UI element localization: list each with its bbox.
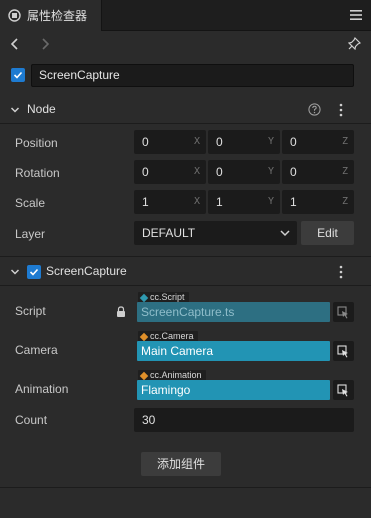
axis-z-label: Z [341,166,348,177]
divider [0,256,371,257]
axis-y-label: Y [267,196,274,207]
chevron-right-icon[interactable] [39,37,51,51]
node-section-title: Node [27,102,56,116]
lock-icon [117,306,125,317]
divider [0,123,371,124]
axis-z-label: Z [341,136,348,147]
camera-type-diamond-icon [139,332,149,341]
check-icon [13,71,23,79]
add-component-button[interactable]: 添加组件 [141,452,221,476]
camera-label: Camera [15,343,58,357]
chevron-left-icon[interactable] [9,37,21,51]
component-section-header[interactable]: ScreenCapture [0,260,371,284]
scale-label: Scale [15,196,46,210]
axis-z-label: Z [341,196,348,207]
edit-layer-button[interactable]: Edit [301,221,354,245]
inspector-icon [8,9,21,22]
animation-asset-field: cc.Animation Flamingo [134,370,354,400]
component-enabled-checkbox[interactable] [27,265,41,279]
history-nav [0,31,371,57]
position-y-value: 0 [216,135,223,149]
more-options-icon[interactable] [339,103,343,117]
layer-select[interactable]: DEFAULT [134,221,297,245]
pick-asset-icon [337,344,348,357]
component-title: ScreenCapture [46,264,127,278]
count-label: Count [15,413,48,427]
axis-x-label: X [193,136,200,147]
camera-asset-field: cc.Camera Main Camera [134,331,354,361]
layer-label: Layer [15,227,46,241]
panel-tabbar: 属性检查器 [0,0,371,31]
layer-value: DEFAULT [142,226,196,240]
position-y-field[interactable]: 0Y [208,130,280,154]
position-x-field[interactable]: 0X [134,130,206,154]
chevron-down-icon [10,269,20,275]
scale-x-value: 1 [142,195,149,209]
chevron-down-icon [280,230,290,237]
divider [0,285,371,286]
pick-asset-icon [337,383,348,396]
hamburger-menu-icon[interactable] [350,9,362,21]
scale-z-value: 1 [290,195,297,209]
select-asset-button[interactable] [333,341,354,361]
script-label: Script [15,304,46,318]
rotation-z-field[interactable]: 0Z [282,160,354,184]
animation-label: Animation [15,382,69,396]
position-z-field[interactable]: 0Z [282,130,354,154]
axis-y-label: Y [267,166,274,177]
chevron-down-icon [10,107,20,113]
check-icon [29,268,39,276]
script-asset-field: cc.Script ScreenCapture.ts [134,292,354,322]
scale-y-value: 1 [216,195,223,209]
pick-asset-icon [337,305,348,318]
axis-x-label: X [193,166,200,177]
camera-asset-value[interactable]: Main Camera [137,341,330,361]
position-x-value: 0 [142,135,149,149]
axis-y-label: Y [267,136,274,147]
tab-title: 属性检查器 [27,9,88,23]
divider [0,487,371,488]
count-input[interactable]: 30 [134,408,354,432]
more-options-icon[interactable] [339,265,343,279]
scale-z-field[interactable]: 1Z [282,190,354,214]
rotation-z-value: 0 [290,165,297,179]
scale-y-field[interactable]: 1Y [208,190,280,214]
position-label: Position [15,136,58,150]
rotation-x-field[interactable]: 0X [134,160,206,184]
scale-x-field[interactable]: 1X [134,190,206,214]
node-name-input[interactable]: ScreenCapture [31,64,354,87]
rotation-y-field[interactable]: 0Y [208,160,280,184]
select-asset-button[interactable] [333,380,354,400]
animation-asset-value[interactable]: Flamingo [137,380,330,400]
script-asset-value[interactable]: ScreenCapture.ts [137,302,330,322]
node-enabled-checkbox[interactable] [11,68,25,82]
axis-x-label: X [193,196,200,207]
rotation-x-value: 0 [142,165,149,179]
tab-inspector[interactable]: 属性检查器 [0,0,102,31]
node-section-header[interactable]: Node [0,98,371,122]
position-z-value: 0 [290,135,297,149]
select-asset-button[interactable] [333,302,354,322]
rotation-y-value: 0 [216,165,223,179]
animation-type-diamond-icon [139,371,149,380]
pin-icon[interactable] [348,37,361,50]
script-type-diamond-icon [139,293,149,302]
help-icon[interactable] [308,103,321,116]
rotation-label: Rotation [15,166,60,180]
